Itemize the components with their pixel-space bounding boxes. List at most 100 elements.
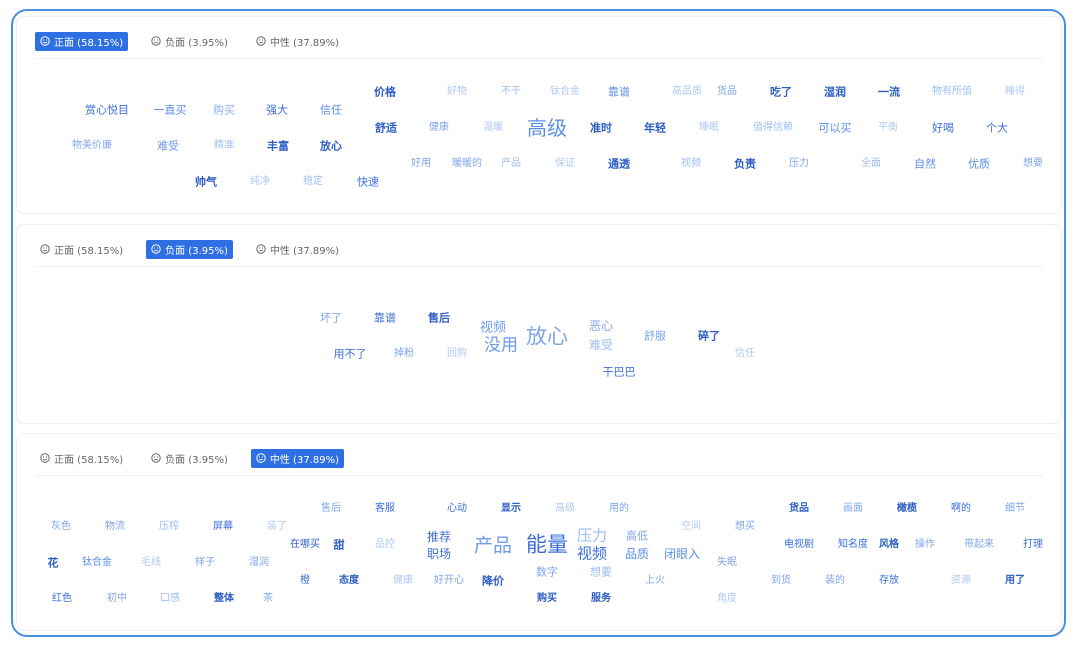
- cloud-word[interactable]: 好喝: [932, 123, 954, 134]
- cloud-word[interactable]: 画面: [843, 504, 863, 514]
- cloud-word[interactable]: 售后: [428, 313, 450, 324]
- cloud-word[interactable]: 啊的: [951, 504, 971, 514]
- cloud-word[interactable]: 红色: [52, 594, 72, 604]
- cloud-word[interactable]: 甜: [334, 540, 345, 551]
- cloud-word[interactable]: 空间: [681, 522, 701, 532]
- cloud-word[interactable]: 风格: [879, 540, 899, 550]
- cloud-word[interactable]: 纯净: [250, 177, 270, 187]
- cloud-word[interactable]: 电视剧: [784, 540, 814, 550]
- cloud-word[interactable]: 湿润: [249, 558, 269, 568]
- cloud-word[interactable]: 好用: [411, 159, 431, 169]
- cloud-word[interactable]: 购买: [213, 105, 235, 116]
- cloud-word[interactable]: 操作: [915, 540, 935, 550]
- cloud-word[interactable]: 资源: [951, 576, 971, 586]
- cloud-word[interactable]: 压榨: [159, 522, 179, 532]
- cloud-word[interactable]: 高品质: [672, 87, 702, 97]
- cloud-word[interactable]: 视频: [577, 546, 607, 562]
- cloud-word[interactable]: 整体: [214, 594, 234, 604]
- cloud-word[interactable]: 橙: [300, 576, 310, 586]
- cloud-word[interactable]: 想买: [735, 522, 755, 532]
- cloud-word[interactable]: 想要: [1023, 159, 1043, 169]
- cloud-word[interactable]: 吃了: [770, 87, 792, 98]
- cloud-word[interactable]: 想要: [590, 567, 612, 578]
- cloud-word[interactable]: 产品: [474, 536, 512, 556]
- cloud-word[interactable]: 上火: [645, 576, 665, 586]
- cloud-word[interactable]: 压力: [789, 159, 809, 169]
- cloud-word[interactable]: 好物: [447, 87, 467, 97]
- cloud-word[interactable]: 高低: [626, 531, 648, 542]
- cloud-word[interactable]: 货品: [717, 87, 737, 97]
- cloud-word[interactable]: 显示: [501, 504, 521, 514]
- cloud-word[interactable]: 健康: [393, 576, 413, 586]
- cloud-word[interactable]: 赏心悦目: [85, 105, 129, 116]
- cloud-word[interactable]: 打理: [1023, 540, 1043, 550]
- cloud-word[interactable]: 毛线: [141, 558, 161, 568]
- cloud-word[interactable]: 钛合金: [82, 558, 112, 568]
- cloud-word[interactable]: 平衡: [878, 123, 898, 133]
- cloud-word[interactable]: 职场: [427, 548, 451, 560]
- cloud-word[interactable]: 能量: [526, 534, 568, 556]
- cloud-word[interactable]: 高级: [555, 504, 575, 514]
- cloud-word[interactable]: 优质: [968, 159, 990, 170]
- cloud-word[interactable]: 橄榄: [897, 504, 917, 514]
- cloud-word[interactable]: 带起来: [964, 540, 994, 550]
- cloud-word[interactable]: 服务: [591, 594, 611, 604]
- cloud-word[interactable]: 到货: [771, 576, 791, 586]
- cloud-word[interactable]: 一流: [878, 87, 900, 98]
- cloud-word[interactable]: 快速: [357, 177, 379, 188]
- cloud-word[interactable]: 样子: [195, 558, 215, 568]
- cloud-word[interactable]: 可以买: [819, 123, 852, 134]
- cloud-word[interactable]: 温暖: [483, 123, 503, 133]
- cloud-word[interactable]: 茶: [263, 594, 273, 604]
- cloud-word[interactable]: 存放: [879, 576, 899, 586]
- cloud-word[interactable]: 用不了: [334, 349, 367, 360]
- cloud-word[interactable]: 口感: [160, 594, 180, 604]
- cloud-word[interactable]: 细节: [1005, 504, 1025, 514]
- cloud-word[interactable]: 高级: [527, 118, 567, 138]
- cloud-word[interactable]: 信任: [320, 105, 342, 116]
- cloud-word[interactable]: 推荐: [427, 531, 451, 543]
- cloud-word[interactable]: 购买: [537, 594, 557, 604]
- cloud-word[interactable]: 负责: [734, 159, 756, 170]
- cloud-word[interactable]: 全面: [861, 159, 881, 169]
- cloud-word[interactable]: 失眠: [717, 558, 737, 568]
- cloud-word[interactable]: 产品: [501, 159, 521, 169]
- cloud-word[interactable]: 健康: [429, 123, 449, 133]
- cloud-word[interactable]: 态度: [339, 576, 359, 586]
- cloud-word[interactable]: 物美价廉: [72, 141, 112, 151]
- cloud-word[interactable]: 年轻: [644, 123, 666, 134]
- cloud-word[interactable]: 丰富: [267, 141, 289, 152]
- cloud-word[interactable]: 精准: [214, 141, 234, 151]
- cloud-word[interactable]: 睡得: [1005, 87, 1025, 97]
- cloud-word[interactable]: 花: [48, 558, 59, 569]
- cloud-word[interactable]: 客服: [375, 504, 395, 514]
- cloud-word[interactable]: 靠谱: [608, 87, 630, 98]
- cloud-word[interactable]: 湿润: [824, 87, 846, 98]
- cloud-word[interactable]: 用的: [609, 504, 629, 514]
- cloud-word[interactable]: 值得信赖: [753, 123, 793, 133]
- cloud-word[interactable]: 装了: [267, 522, 287, 532]
- cloud-word[interactable]: 在哪买: [290, 540, 320, 550]
- cloud-word[interactable]: 售后: [321, 504, 341, 514]
- cloud-word[interactable]: 难受: [589, 339, 613, 351]
- cloud-word[interactable]: 闭眼入: [664, 548, 700, 560]
- cloud-word[interactable]: 准时: [590, 123, 612, 134]
- cloud-word[interactable]: 坏了: [320, 313, 342, 324]
- cloud-word[interactable]: 帅气: [195, 177, 217, 188]
- cloud-word[interactable]: 一直买: [154, 105, 187, 116]
- cloud-word[interactable]: 信任: [735, 349, 755, 359]
- cloud-word[interactable]: 物有所值: [932, 87, 972, 97]
- cloud-word[interactable]: 强大: [266, 105, 288, 116]
- cloud-word[interactable]: 降价: [482, 576, 504, 587]
- cloud-word[interactable]: 个大: [986, 123, 1008, 134]
- cloud-word[interactable]: 放心: [526, 326, 568, 348]
- cloud-word[interactable]: 碎了: [698, 331, 720, 342]
- cloud-word[interactable]: 恶心: [589, 320, 613, 332]
- cloud-word[interactable]: 回购: [447, 349, 467, 359]
- cloud-word[interactable]: 没用: [484, 337, 518, 355]
- cloud-word[interactable]: 压力: [577, 528, 607, 544]
- cloud-word[interactable]: 通透: [608, 159, 630, 170]
- cloud-word[interactable]: 睡眠: [699, 123, 719, 133]
- cloud-word[interactable]: 好开心: [434, 576, 464, 586]
- cloud-word[interactable]: 靠谱: [374, 313, 396, 324]
